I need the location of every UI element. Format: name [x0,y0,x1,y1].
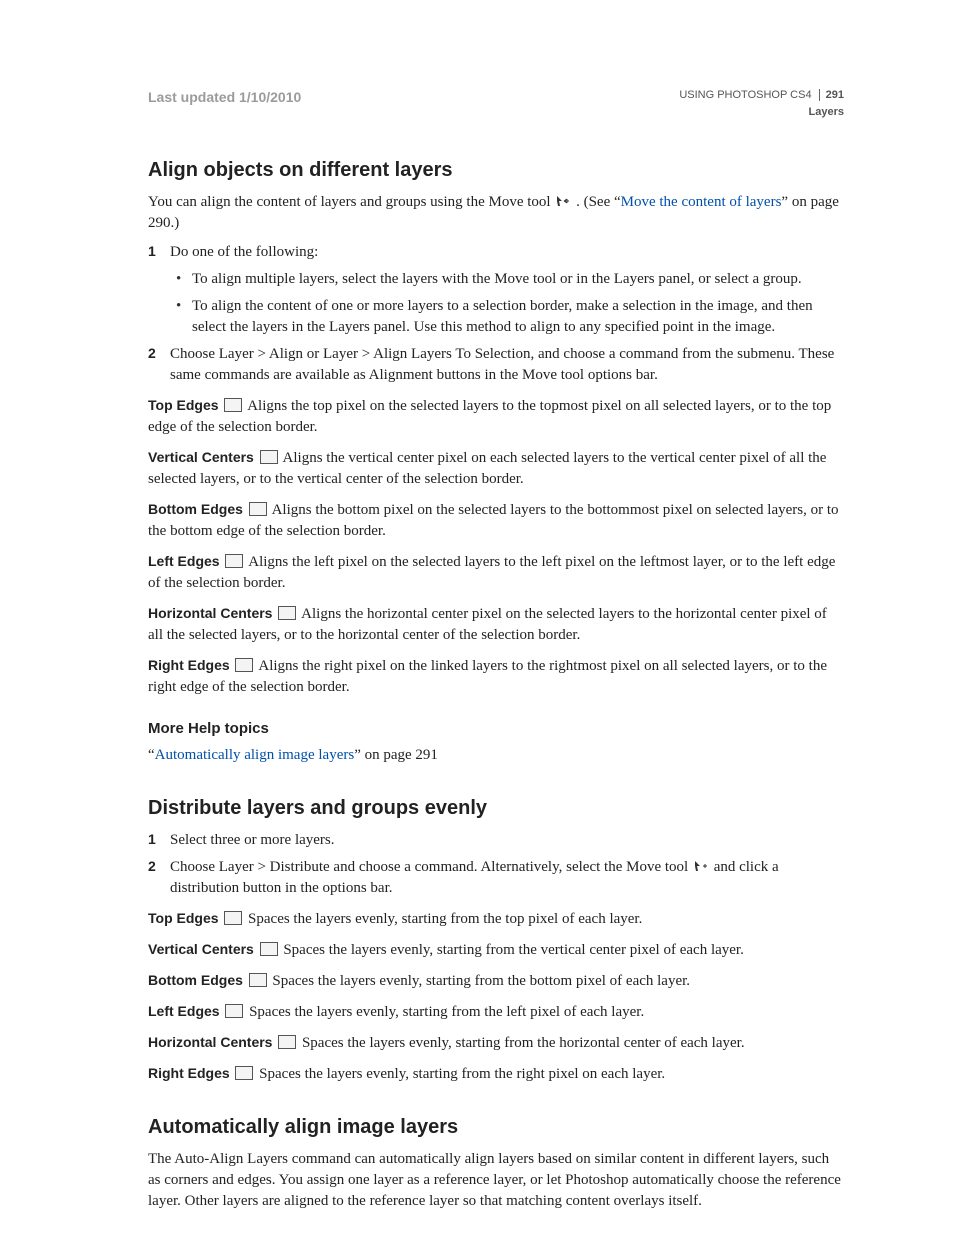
dist-term-top: Top Edges [148,910,219,926]
bullet-align-selection: To align the content of one or more laye… [170,296,844,338]
dist-desc-left: Spaces the layers evenly, starting from … [249,1004,644,1020]
page-number: 291 [819,89,844,101]
dist-top-icon [224,911,242,925]
align-hcenter-icon [278,606,296,620]
quote-open: “ [148,747,155,763]
dist-def-hcenter: Horizontal Centers Spaces the layers eve… [148,1033,844,1054]
intro-text-b: . (See “ [576,194,621,210]
dist-step-1: Select three or more layers. [148,830,844,851]
section-heading-distribute: Distribute layers and groups evenly [148,794,844,822]
dist-desc-top: Spaces the layers evenly, starting from … [248,911,642,927]
align-top-icon [224,398,242,412]
desc-left-edges: Aligns the left pixel on the selected la… [148,554,835,591]
move-tool-icon [556,195,570,207]
dist-def-right: Right Edges Spaces the layers evenly, st… [148,1064,844,1085]
dist-term-left: Left Edges [148,1003,220,1019]
link-auto-align[interactable]: Automatically align image layers [155,747,355,763]
align-bottom-icon [249,502,267,516]
quote-close: ” on page 291 [354,747,438,763]
dist-def-bottom: Bottom Edges Spaces the layers evenly, s… [148,971,844,992]
dist-hcenter-icon [278,1035,296,1049]
intro-text-a: You can align the content of layers and … [148,194,554,210]
term-bottom-edges: Bottom Edges [148,501,243,517]
term-left-edges: Left Edges [148,553,220,569]
dist-def-top: Top Edges Spaces the layers evenly, star… [148,909,844,930]
dist-left-icon [225,1004,243,1018]
step-1-text: Do one of the following: [170,244,318,260]
dist-desc-hcenter: Spaces the layers evenly, starting from … [302,1035,745,1051]
term-right-edges: Right Edges [148,657,230,673]
link-move-content[interactable]: Move the content of layers [621,194,782,210]
last-updated: Last updated 1/10/2010 [148,88,301,108]
align-vcenter-icon [260,450,278,464]
align-left-icon [225,554,243,568]
def-right-edges: Right Edges Aligns the right pixel on th… [148,656,844,698]
dist-term-vcenter: Vertical Centers [148,941,254,957]
dist-right-icon [235,1066,253,1080]
more-help-heading: More Help topics [148,718,844,739]
def-vertical-centers: Vertical Centers Aligns the vertical cen… [148,448,844,490]
def-left-edges: Left Edges Aligns the left pixel on the … [148,552,844,594]
def-horizontal-centers: Horizontal Centers Aligns the horizontal… [148,604,844,646]
more-help-line: “Automatically align image layers” on pa… [148,745,844,766]
align-right-icon [235,658,253,672]
section-label: Layers [679,105,844,120]
def-top-edges: Top Edges Aligns the top pixel on the se… [148,396,844,438]
dist-term-hcenter: Horizontal Centers [148,1034,272,1050]
intro-paragraph: You can align the content of layers and … [148,192,844,234]
term-vertical-centers: Vertical Centers [148,449,254,465]
dist-step-2: Choose Layer > Distribute and choose a c… [148,857,844,899]
dist-vcenter-icon [260,942,278,956]
dist-term-right: Right Edges [148,1065,230,1081]
def-bottom-edges: Bottom Edges Aligns the bottom pixel on … [148,500,844,542]
doc-title: USING PHOTOSHOP CS4 [679,89,811,101]
dist-def-vcenter: Vertical Centers Spaces the layers evenl… [148,940,844,961]
desc-top-edges: Aligns the top pixel on the selected lay… [148,398,831,435]
section-heading-align: Align objects on different layers [148,156,844,184]
dist-desc-vcenter: Spaces the layers evenly, starting from … [283,942,744,958]
dist-def-left: Left Edges Spaces the layers evenly, sta… [148,1002,844,1023]
step-1: Do one of the following: To align multip… [148,242,844,338]
step-2: Choose Layer > Align or Layer > Align La… [148,344,844,386]
dist-desc-bottom: Spaces the layers evenly, starting from … [272,973,690,989]
term-horizontal-centers: Horizontal Centers [148,605,272,621]
dist-desc-right: Spaces the layers evenly, starting from … [259,1066,665,1082]
move-tool-icon [694,860,708,872]
dist-term-bottom: Bottom Edges [148,972,243,988]
dist-step-2a: Choose Layer > Distribute and choose a c… [170,859,692,875]
term-top-edges: Top Edges [148,397,219,413]
auto-align-body: The Auto-Align Layers command can automa… [148,1149,844,1212]
section-heading-auto-align: Automatically align image layers [148,1113,844,1141]
bullet-align-multiple: To align multiple layers, select the lay… [170,269,844,290]
dist-bottom-icon [249,973,267,987]
